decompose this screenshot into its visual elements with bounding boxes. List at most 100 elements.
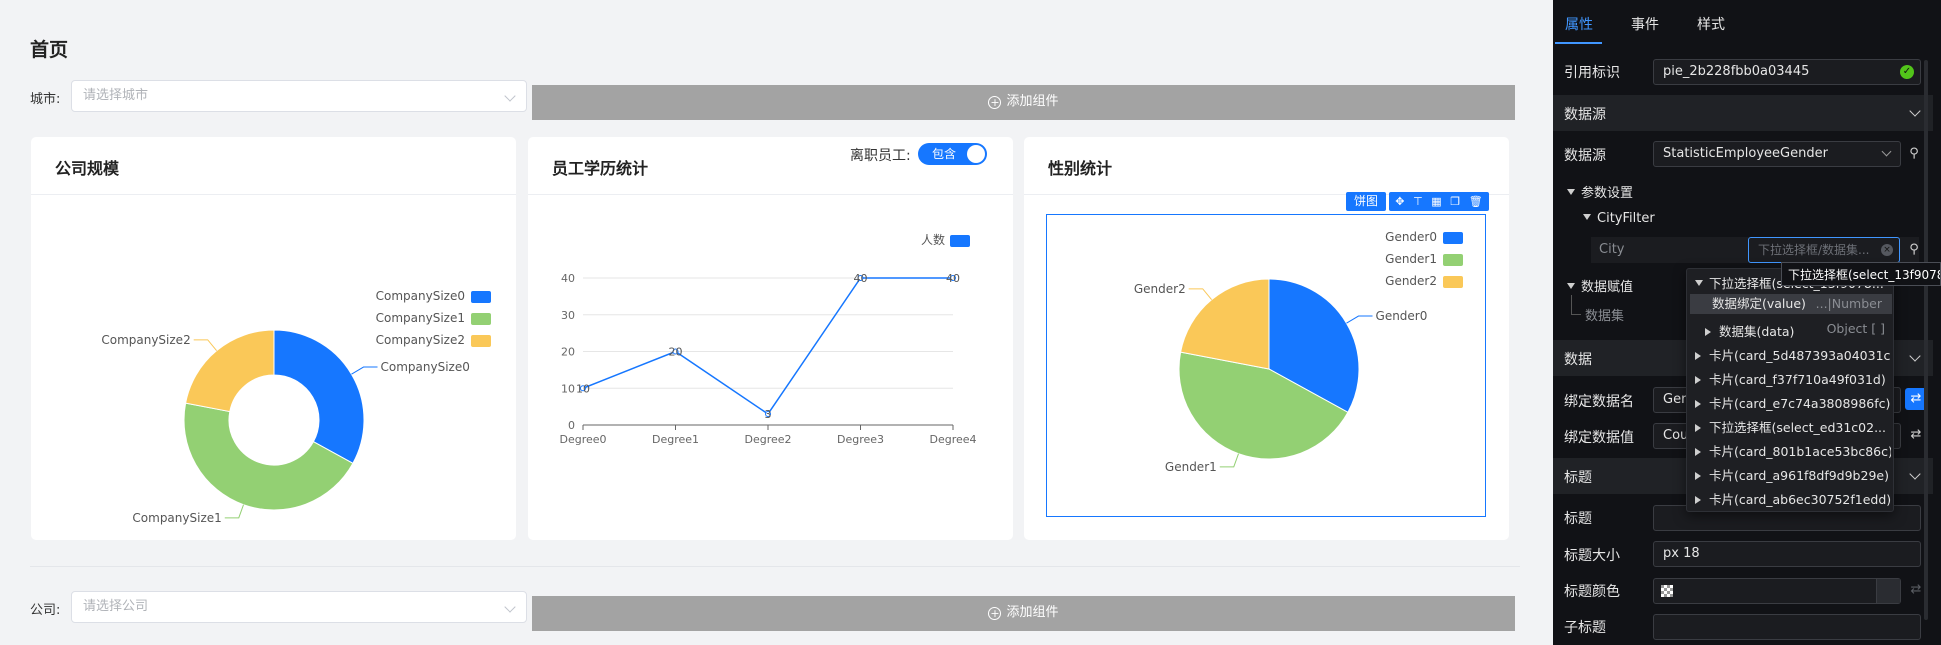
- dropdown-item-selected[interactable]: 数据绑定(value) ...|Number: [1690, 294, 1892, 314]
- active-tab-indicator: [1555, 42, 1602, 44]
- add-component-button-2[interactable]: + 添加组件: [532, 596, 1515, 631]
- city-filter-node[interactable]: CityFilter: [1583, 211, 1655, 226]
- data-label-4: 40: [946, 272, 960, 285]
- dataset-node[interactable]: 数据集: [1585, 305, 1624, 324]
- dropdown-item[interactable]: 卡片(card_e7c74a3808986fc): [1695, 393, 1891, 412]
- plus-circle-icon: +: [988, 607, 1002, 620]
- company-size-card[interactable]: 公司规模 CompanySize0 CompanySize1 CompanySize…: [31, 137, 516, 540]
- check-circle-icon: ✓: [1900, 65, 1914, 79]
- company-select[interactable]: 请选择公司: [71, 591, 527, 623]
- tab-properties[interactable]: 属性: [1565, 14, 1593, 34]
- datasource-select[interactable]: StatisticEmployeeGender: [1653, 141, 1901, 167]
- city-filter-label: 城市:: [30, 92, 61, 107]
- y-tick-label-2: 20: [561, 346, 575, 359]
- legend-label-1: Gender1: [1385, 252, 1437, 266]
- gender-card[interactable]: 性别统计 饼图 ✥ ⊤ ▦ ❐ 🗑 Gender0 Gender1 Gender2 G…: [1024, 137, 1509, 540]
- align-top-icon[interactable]: ⊤: [1413, 192, 1423, 211]
- company-filter-label: 公司:: [30, 603, 61, 618]
- dropdown-item[interactable]: 卡片(card_a961f8df9d9b29e): [1695, 465, 1891, 484]
- title-label: 标题: [1564, 511, 1592, 527]
- chart-type-badge: 饼图: [1346, 192, 1386, 211]
- section-title: 数据: [1564, 352, 1592, 368]
- leader-line-1: [224, 504, 244, 519]
- caret-right-icon: [1695, 424, 1701, 432]
- leader-line-0: [351, 366, 378, 375]
- legend-swatch-2: [471, 335, 491, 347]
- dropdown-item[interactable]: 下拉选择框(select_ed31c02...: [1695, 417, 1891, 436]
- param-settings-node[interactable]: 参数设置: [1567, 182, 1633, 201]
- data-label-1: 20: [669, 346, 683, 359]
- copy-icon[interactable]: ❐: [1450, 192, 1460, 211]
- slice-label-2: CompanySize2: [101, 333, 190, 347]
- data-label-0: 10: [576, 382, 590, 395]
- bind-value-value: Cou: [1663, 428, 1689, 443]
- plus-circle-icon: +: [988, 96, 1002, 109]
- title-size-label: 标题大小: [1564, 548, 1620, 564]
- education-card[interactable]: 员工学历统计 离职员工: 包含 0 10 20 30 40 Degree0 Degree1 D…: [528, 137, 1013, 540]
- link-icon[interactable]: ⚲: [1903, 143, 1925, 165]
- clear-icon[interactable]: ×: [1881, 244, 1893, 256]
- slice-label-0: CompanySize0: [381, 360, 470, 374]
- caret-right-icon: [1695, 400, 1701, 408]
- data-label-2: 3: [765, 408, 772, 421]
- dropdown-item[interactable]: 卡片(card_5d487393a04031c): [1695, 345, 1891, 364]
- x-tick-label-4: Degree4: [929, 433, 976, 446]
- leader-line-2: [193, 339, 218, 351]
- caret-right-icon: [1695, 496, 1701, 504]
- ref-label: 引用标识: [1564, 65, 1620, 81]
- caret-right-icon: [1695, 376, 1701, 384]
- title-color-input[interactable]: [1653, 578, 1901, 604]
- section-title: 标题: [1564, 470, 1592, 486]
- include-resigned-toggle[interactable]: 包含: [918, 143, 987, 165]
- title-size-value: px 18: [1663, 546, 1700, 561]
- section-divider: [30, 566, 1520, 567]
- city-binding-input[interactable]: 下拉选择框/数据集... ×: [1748, 237, 1900, 263]
- dropdown-item[interactable]: 卡片(card_f37f710a49f031d): [1695, 369, 1891, 388]
- link-icon[interactable]: ⚲: [1903, 239, 1925, 261]
- card-title: 性别统计: [1048, 159, 1113, 178]
- resigned-label: 离职员工:: [850, 148, 911, 164]
- legend-swatch-0: [1443, 232, 1463, 244]
- ref-input[interactable]: pie_2b228fbb0a03445 ✓: [1653, 59, 1921, 85]
- data-label-3: 40: [854, 272, 868, 285]
- data-assign-node[interactable]: 数据赋值: [1567, 276, 1633, 295]
- legend-label-2: Gender2: [1385, 274, 1437, 288]
- dropdown-item[interactable]: 卡片(card_801b1ace53bc86c): [1695, 441, 1891, 460]
- color-picker-icon[interactable]: [1876, 579, 1900, 603]
- pie-slice-0: [273, 329, 365, 465]
- subtitle-input[interactable]: [1653, 614, 1921, 640]
- panel-scrollbar[interactable]: [1924, 60, 1928, 620]
- company-size-chart: CompanySize0 CompanySize1 CompanySize2 Comp…: [101, 289, 491, 525]
- caret-right-icon: [1705, 328, 1711, 336]
- transparent-swatch-icon: [1661, 585, 1673, 597]
- legend-swatch-0: [471, 291, 491, 303]
- selected-chart-frame[interactable]: Gender0 Gender1 Gender2 Gender0 Gender1 Gende…: [1046, 214, 1486, 517]
- slice-label-1: Gender1: [1165, 460, 1217, 474]
- card-title: 员工学历统计: [552, 159, 649, 178]
- slice-label-2: Gender2: [1134, 282, 1186, 296]
- caret-right-icon: [1695, 352, 1701, 360]
- ref-value: pie_2b228fbb0a03445: [1663, 64, 1810, 79]
- table-icon[interactable]: ▦: [1431, 192, 1441, 211]
- leader-line-0: [1346, 315, 1373, 324]
- tab-styles[interactable]: 样式: [1697, 14, 1725, 34]
- move-icon[interactable]: ✥: [1395, 192, 1404, 211]
- tab-events[interactable]: 事件: [1631, 14, 1659, 34]
- chevron-down-icon: [1909, 350, 1921, 362]
- bind-name-label: 绑定数据名: [1564, 394, 1634, 410]
- dropdown-item[interactable]: 卡片(card_ab6ec30752f1edd): [1695, 489, 1891, 508]
- section-datasource[interactable]: 数据源: [1553, 95, 1933, 131]
- delete-icon[interactable]: 🗑: [1469, 192, 1483, 211]
- caret-down-icon: [1583, 214, 1591, 220]
- title-size-input[interactable]: px 18: [1653, 541, 1921, 567]
- add-component-label: 添加组件: [1006, 94, 1059, 109]
- gender-chart: Gender0 Gender1 Gender2 Gender0 Gender1 Gende…: [1134, 230, 1463, 474]
- series-line-0: [582, 277, 953, 416]
- chevron-down-icon: [504, 90, 516, 102]
- company-select-placeholder: 请选择公司: [83, 599, 149, 614]
- caret-down-icon: [1567, 189, 1575, 195]
- add-component-button[interactable]: + 添加组件: [532, 85, 1515, 120]
- city-select[interactable]: 请选择城市: [71, 80, 527, 112]
- dropdown-item[interactable]: 数据集(data) Object [ ]: [1705, 321, 1891, 340]
- legend-swatch-2: [1443, 276, 1463, 288]
